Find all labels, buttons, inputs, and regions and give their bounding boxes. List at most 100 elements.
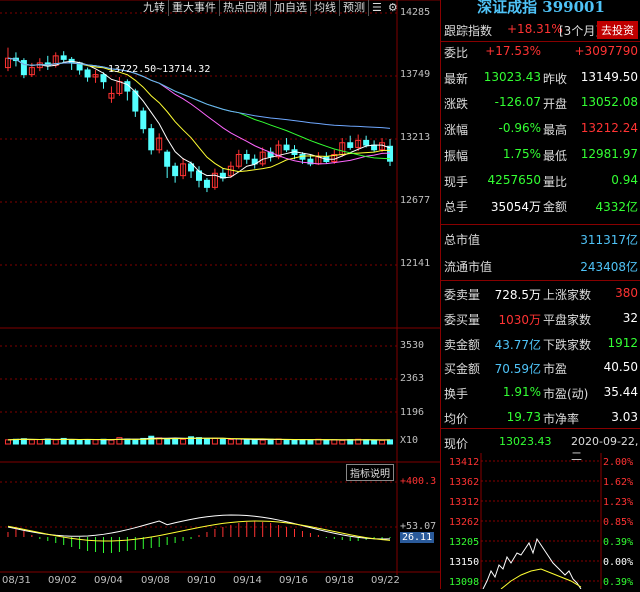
breadth-value: 32	[622, 310, 638, 325]
breadth-label: 下跌家数	[543, 337, 592, 352]
date-tick: 09/14	[233, 575, 262, 586]
volume-bar	[84, 439, 91, 445]
toolbar-hot-review[interactable]: 热点回溯	[220, 0, 271, 16]
current-price-label: 现价	[444, 437, 469, 451]
volume-bar	[307, 439, 314, 445]
breadth-value: 35.44	[603, 385, 638, 400]
volume-bar	[148, 435, 155, 445]
mini-left-tick: 13262	[449, 517, 479, 528]
breadth-value: 1030万	[498, 312, 541, 327]
mini-right-tick: 2.00%	[603, 457, 633, 468]
macd-current-value: 26.11	[400, 532, 435, 543]
candle-body	[164, 151, 171, 167]
quote-label: 昨收	[543, 71, 568, 86]
quote-value: 4257650	[487, 172, 541, 187]
breadth-value: 728.5万	[494, 288, 541, 302]
volume-bar	[132, 439, 139, 445]
macd-tick: +400.3	[400, 476, 437, 487]
mini-left-tick: 13362	[449, 477, 479, 488]
volume-bar	[92, 439, 99, 445]
date-tick: 09/02	[48, 575, 77, 586]
quote-value: 13052.08	[580, 95, 638, 110]
date-tick: 09/22	[371, 575, 400, 586]
track-value: +18.31%	[507, 22, 563, 36]
date-tick: 08/31	[2, 575, 31, 586]
breadth-label: 平盘家数	[543, 312, 592, 327]
track-row: 跟踪指数 +18.31% [3个月] 去投资	[441, 19, 640, 43]
quote-label: 最低	[543, 148, 568, 163]
toolbar-settings-icon[interactable]: ⚙	[385, 0, 401, 16]
divider	[441, 224, 640, 225]
mini-left-tick: 13150	[449, 557, 479, 568]
quote-value: -0.96%	[498, 121, 541, 136]
kline-svg	[0, 0, 440, 575]
quote-label: 委比	[444, 46, 469, 60]
toolbar-add-watch[interactable]: 加自选	[271, 0, 311, 16]
quote-label: 量比	[543, 174, 568, 189]
volume-bar	[219, 438, 226, 445]
quote-value: 13212.24	[580, 121, 638, 136]
divider	[441, 280, 640, 281]
date-tick: 09/18	[325, 575, 354, 586]
quote-label: 涨跌	[444, 97, 469, 112]
quote-label: 金额	[543, 200, 568, 215]
price-tick: 13749	[400, 69, 431, 80]
volume-tick: 2363	[400, 373, 425, 384]
breadth-value: 1912	[607, 335, 638, 350]
volume-bar	[299, 439, 306, 445]
candle-body	[20, 60, 27, 76]
volume-bar	[164, 438, 171, 445]
divider	[441, 41, 640, 42]
quote-value: 12981.97	[580, 146, 638, 161]
track-period[interactable]: [3个月]	[559, 22, 600, 39]
quote-value: 13149.50	[580, 69, 638, 84]
volume-bar	[387, 439, 394, 445]
volume-bar	[339, 439, 346, 445]
quote-label: 最高	[543, 123, 568, 138]
quote-value: 4332亿	[595, 200, 638, 215]
candle-body	[172, 165, 179, 177]
quote-value: 1.75%	[502, 146, 541, 161]
date-tick: 09/10	[187, 575, 216, 586]
toolbar-menu-icon[interactable]: ☰	[369, 0, 385, 16]
quote-label: 开盘	[543, 97, 568, 112]
volume-unit: X10	[400, 435, 419, 446]
macd-tick: +53.07	[400, 521, 437, 532]
toolbar-ma[interactable]: 均线	[311, 0, 340, 16]
quote-panel: 深证成指 399001 跟踪指数 +18.31% [3个月] 去投资 委比 +17…	[440, 0, 640, 589]
toolbar-forecast[interactable]: 预测	[340, 0, 369, 16]
breadth-label: 委卖量	[444, 288, 481, 302]
volume-bar	[323, 439, 330, 445]
quote-label: 振幅	[444, 148, 469, 163]
price-tick: 12141	[400, 258, 431, 269]
breadth-label: 均价	[444, 412, 469, 426]
breadth-label: 市盈	[543, 362, 568, 377]
mini-right-tick: 1.62%	[603, 477, 633, 488]
divider	[441, 428, 640, 429]
quote-value: 0.94	[611, 172, 638, 187]
toolbar-major-events[interactable]: 重大事件	[169, 0, 220, 16]
candle-body	[100, 74, 107, 83]
toolbar-jiuzhuan[interactable]: 九转	[140, 0, 169, 16]
kline-chart[interactable]	[0, 0, 440, 589]
index-title: 深证成指 399001	[477, 0, 605, 16]
price-range-annotation: 13722.50~13714.32	[108, 64, 211, 75]
mini-left-tick: 13412	[449, 457, 479, 468]
intraday-mini-chart: 13412 2.00% 13362 1.62% 13312 1.23% 13262 0.85%…	[449, 453, 633, 589]
breadth-value: 1.91%	[502, 385, 541, 400]
volume-bar	[180, 438, 187, 445]
volume-bar	[363, 439, 370, 445]
date-tick: 09/16	[279, 575, 308, 586]
volume-tick: 1196	[400, 407, 425, 418]
breadth-label: 上涨家数	[543, 288, 592, 302]
invest-button[interactable]: 去投资	[597, 21, 638, 39]
indicator-help-button[interactable]: 指标说明	[346, 464, 394, 481]
cap-value: 311317亿	[580, 233, 638, 247]
volume-bar	[28, 439, 35, 445]
volume-bar	[36, 439, 43, 445]
mini-right-tick: 0.39%	[603, 577, 633, 588]
breadth-label: 换手	[444, 387, 469, 402]
volume-bar	[52, 439, 59, 445]
mini-left-tick: 13312	[449, 497, 479, 508]
candle-body	[60, 55, 67, 60]
